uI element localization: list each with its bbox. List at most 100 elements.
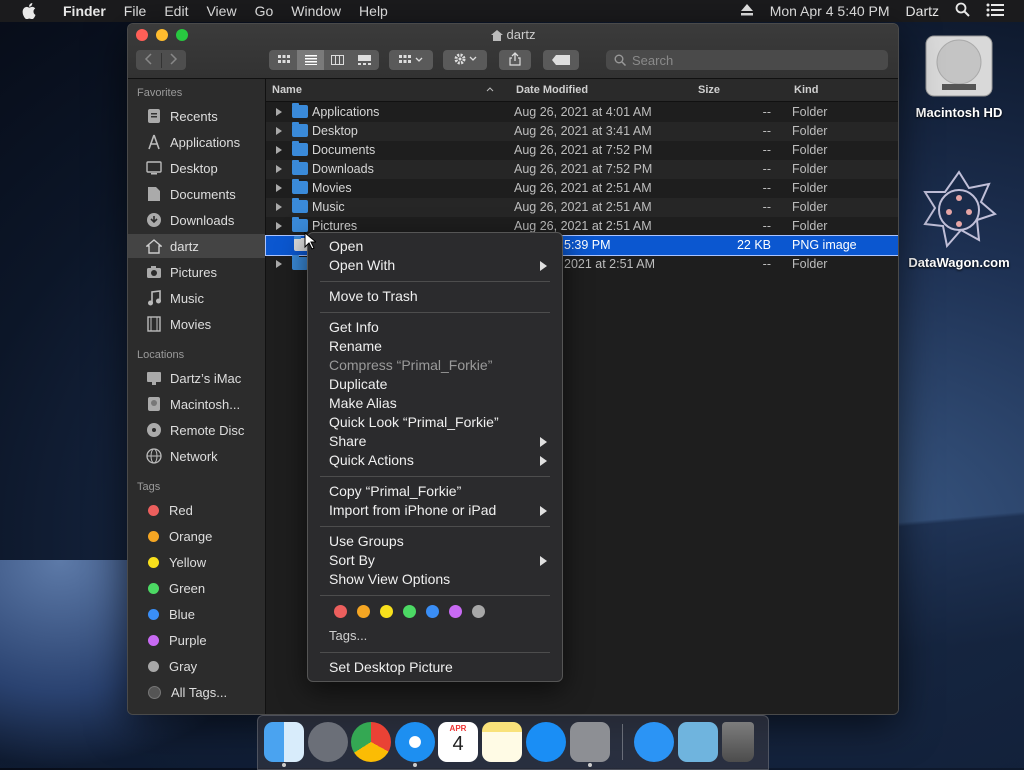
calendar-icon[interactable]: APR 4 — [438, 722, 478, 762]
menu-file[interactable]: File — [115, 0, 156, 22]
eject-icon[interactable] — [732, 3, 762, 19]
chrome-icon[interactable] — [351, 722, 391, 762]
menubar-clock[interactable]: Mon Apr 4 5:40 PM — [762, 3, 898, 19]
system-preferences-icon[interactable] — [570, 722, 610, 762]
notification-center-icon[interactable] — [978, 3, 1012, 20]
sidebar-item-pictures[interactable]: Pictures — [128, 260, 265, 284]
sidebar-tag-green[interactable]: Green — [128, 576, 265, 600]
table-row[interactable]: Music Aug 26, 2021 at 2:51 AM -- Folder — [266, 198, 898, 217]
sidebar-item-movies[interactable]: Movies — [128, 312, 265, 336]
sidebar-item-downloads[interactable]: Downloads — [128, 208, 265, 232]
spotlight-search-icon[interactable] — [947, 2, 978, 20]
sidebar-all-tags[interactable]: All Tags... — [128, 680, 265, 704]
table-row[interactable]: Applications Aug 26, 2021 at 4:01 AM -- Fol… — [266, 103, 898, 122]
trash-icon[interactable] — [722, 722, 754, 762]
disclosure-triangle-icon[interactable] — [276, 260, 282, 268]
downloads-folder-icon[interactable] — [678, 722, 718, 762]
disclosure-triangle-icon[interactable] — [276, 222, 282, 230]
disclosure-triangle-icon[interactable] — [276, 146, 282, 154]
sidebar-item-documents[interactable]: Documents — [128, 182, 265, 206]
column-size[interactable]: Size — [698, 84, 720, 96]
sidebar-item-macintosh[interactable]: Macintosh... — [128, 392, 265, 416]
column-name[interactable]: Name — [272, 84, 302, 96]
menu-item-move-to-trash[interactable]: Move to Trash — [329, 288, 551, 307]
safari-icon[interactable] — [395, 722, 435, 762]
menu-item-sort-by[interactable]: Sort By — [329, 552, 551, 571]
menu-item-get-info[interactable]: Get Info — [329, 319, 551, 338]
menubar-user[interactable]: Dartz — [898, 3, 947, 19]
tag-blue-dot[interactable] — [426, 605, 439, 618]
sidebar-tag-blue[interactable]: Blue — [128, 602, 265, 626]
apple-menu-icon[interactable] — [22, 0, 40, 22]
sidebar-tag-purple[interactable]: Purple — [128, 628, 265, 652]
menu-window[interactable]: Window — [282, 0, 350, 22]
menu-item-share[interactable]: Share — [329, 433, 551, 452]
tag-yellow-dot[interactable] — [380, 605, 393, 618]
sidebar-item-applications[interactable]: Applications — [128, 130, 265, 154]
menu-item-quick-actions[interactable]: Quick Actions — [329, 452, 551, 471]
menu-item-open[interactable]: Open — [329, 238, 551, 257]
table-row[interactable]: Desktop Aug 26, 2021 at 3:41 AM -- Folder — [266, 122, 898, 141]
tag-gray-dot[interactable] — [472, 605, 485, 618]
sidebar-item-network[interactable]: Network — [128, 444, 265, 468]
sidebar-tag-red[interactable]: Red — [128, 498, 265, 522]
menu-item-set-desktop-picture[interactable]: Set Desktop Picture — [329, 659, 551, 678]
sidebar-item-imac[interactable]: Dartz’s iMac — [128, 366, 265, 390]
sidebar-item-dartz[interactable]: dartz — [128, 234, 265, 258]
menu-help[interactable]: Help — [350, 0, 397, 22]
column-view-button[interactable] — [324, 50, 351, 70]
disclosure-triangle-icon[interactable] — [276, 203, 282, 211]
table-row[interactable]: Movies Aug 26, 2021 at 2:51 AM -- Folder — [266, 179, 898, 198]
menu-item-tags[interactable]: Tags... — [329, 628, 551, 647]
desktop-datawagon[interactable]: DataWagon.com — [900, 168, 1018, 270]
disclosure-triangle-icon[interactable] — [276, 127, 282, 135]
menu-item-show-view-options[interactable]: Show View Options — [329, 571, 551, 590]
app-store-downloads-icon[interactable] — [634, 722, 674, 762]
menu-item-compress[interactable]: Compress “Primal_Forkie” — [329, 357, 551, 376]
back-button[interactable] — [136, 52, 162, 68]
menu-item-use-groups[interactable]: Use Groups — [329, 533, 551, 552]
disclosure-triangle-icon[interactable] — [276, 184, 282, 192]
tag-purple-dot[interactable] — [449, 605, 462, 618]
tag-orange-dot[interactable] — [357, 605, 370, 618]
finder-icon[interactable] — [264, 722, 304, 762]
sidebar-item-recents[interactable]: Recents — [128, 104, 265, 128]
tag-red-dot[interactable] — [334, 605, 347, 618]
sidebar-tag-orange[interactable]: Orange — [128, 524, 265, 548]
table-row[interactable]: Documents Aug 26, 2021 at 7:52 PM -- Folder — [266, 141, 898, 160]
menu-item-make-alias[interactable]: Make Alias — [329, 395, 551, 414]
tag-green-dot[interactable] — [403, 605, 416, 618]
sidebar-tag-yellow[interactable]: Yellow — [128, 550, 265, 574]
menu-item-quick-look[interactable]: Quick Look “Primal_Forkie” — [329, 414, 551, 433]
column-date-modified[interactable]: Date Modified — [516, 84, 588, 96]
action-button[interactable] — [443, 50, 487, 70]
sidebar-item-remote-disc[interactable]: Remote Disc — [128, 418, 265, 442]
group-by-button[interactable] — [389, 50, 433, 70]
menu-view[interactable]: View — [197, 0, 245, 22]
share-button[interactable] — [499, 50, 531, 70]
menu-go[interactable]: Go — [246, 0, 283, 22]
table-row[interactable]: Downloads Aug 26, 2021 at 7:52 PM -- Folder — [266, 160, 898, 179]
menu-item-import-from-iphone[interactable]: Import from iPhone or iPad — [329, 502, 551, 521]
edit-tags-button[interactable] — [543, 50, 579, 70]
search-field[interactable]: Search — [606, 50, 888, 70]
forward-button[interactable] — [162, 52, 187, 68]
menu-item-duplicate[interactable]: Duplicate — [329, 376, 551, 395]
launchpad-icon[interactable] — [308, 722, 348, 762]
menu-edit[interactable]: Edit — [155, 0, 197, 22]
gallery-view-button[interactable] — [351, 50, 378, 70]
column-kind[interactable]: Kind — [794, 84, 818, 96]
menu-item-copy[interactable]: Copy “Primal_Forkie” — [329, 483, 551, 502]
menu-item-open-with[interactable]: Open With — [329, 257, 551, 276]
app-store-icon[interactable] — [526, 722, 566, 762]
icon-view-button[interactable] — [270, 50, 297, 70]
menu-item-rename[interactable]: Rename — [329, 338, 551, 357]
desktop-macintosh-hd[interactable]: Macintosh HD — [910, 30, 1008, 120]
disclosure-triangle-icon[interactable] — [276, 165, 282, 173]
list-view-button[interactable] — [297, 50, 324, 70]
sidebar-item-desktop[interactable]: Desktop — [128, 156, 265, 180]
notes-icon[interactable] — [482, 722, 522, 762]
sidebar-item-music[interactable]: Music — [128, 286, 265, 310]
disclosure-triangle-icon[interactable] — [276, 108, 282, 116]
sidebar-tag-gray[interactable]: Gray — [128, 654, 265, 678]
